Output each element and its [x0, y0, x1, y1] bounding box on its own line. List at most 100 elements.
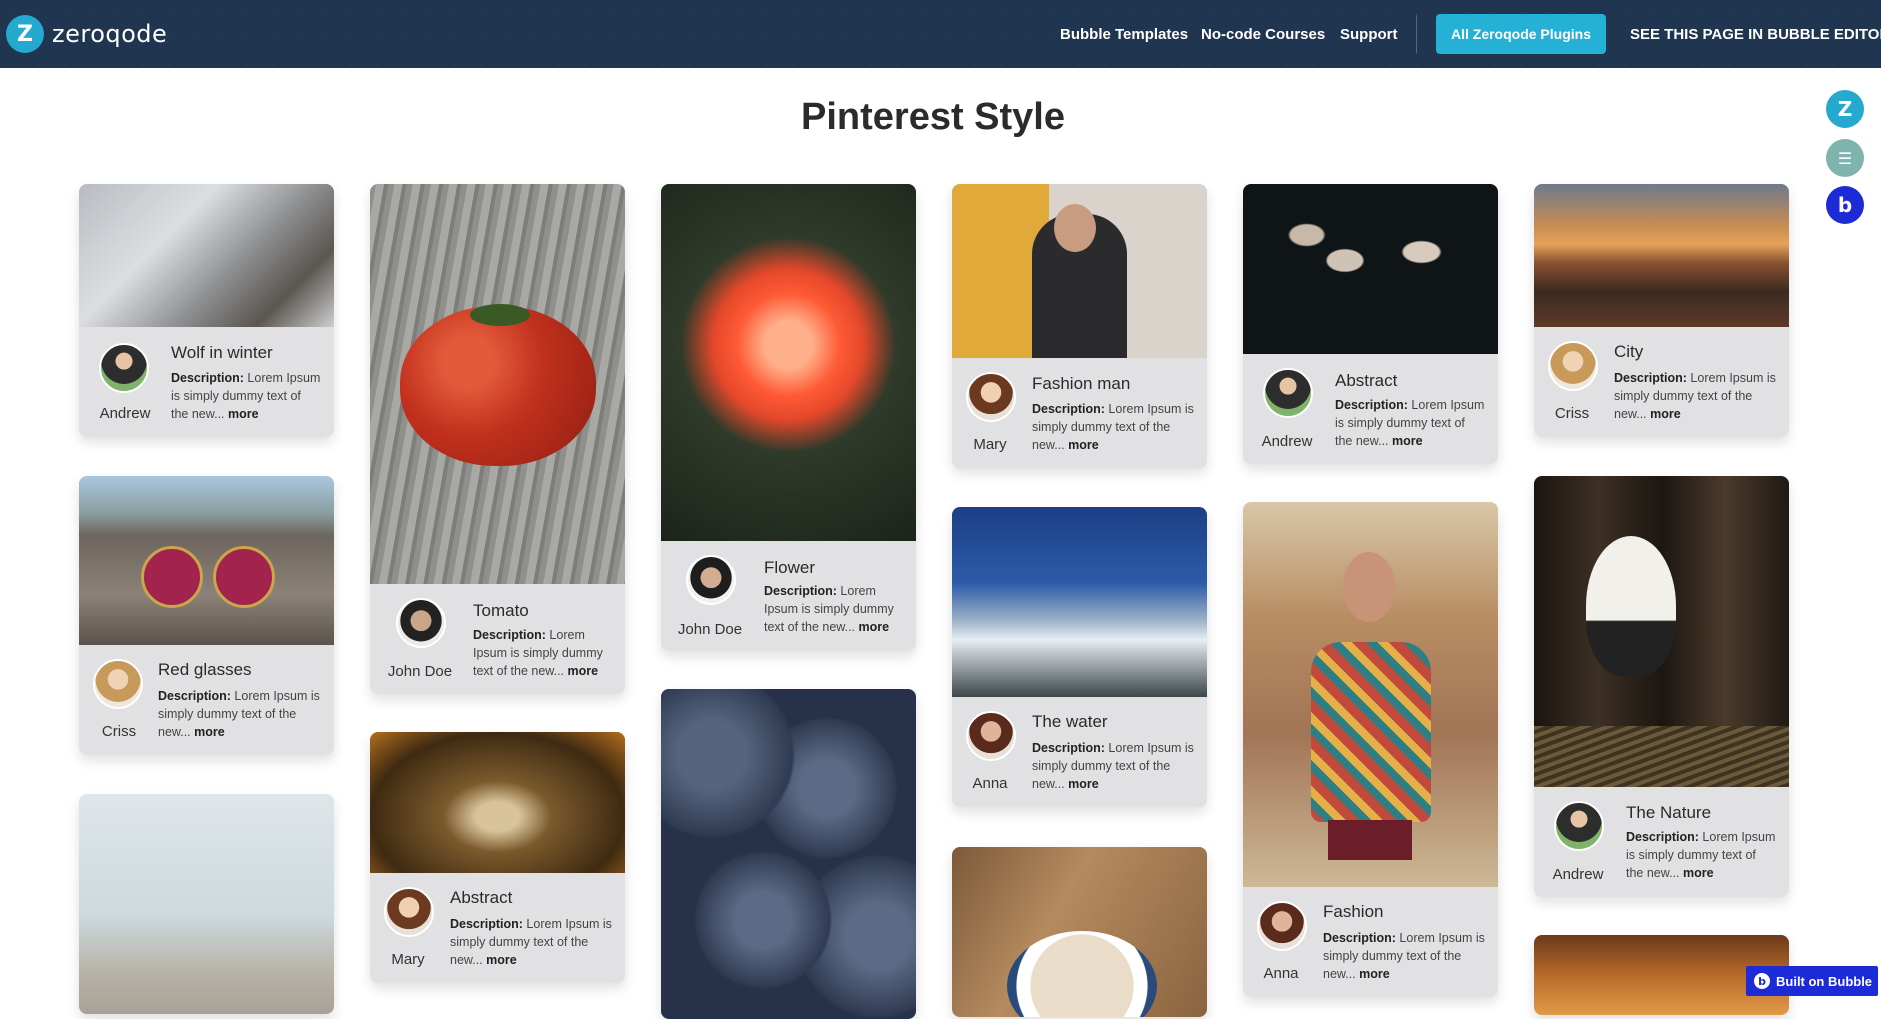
top-navbar: Z zeroqode Bubble Templates No-code Cour… — [0, 0, 1881, 68]
card-image-coffee — [952, 847, 1207, 1017]
card-author: John Doe — [387, 663, 453, 680]
card-image-city — [1534, 184, 1789, 327]
card-title: City — [1614, 342, 1644, 361]
card-image-red-glasses — [79, 476, 334, 645]
avatar — [1548, 341, 1598, 391]
card-image-the-water — [952, 507, 1207, 697]
card-description: Description: Lorem Ipsum is simply dummy… — [1032, 402, 1194, 452]
zeroqode-side-icon[interactable]: Z — [1826, 90, 1864, 128]
more-link[interactable]: more — [1068, 438, 1099, 452]
card-image-jellyfish — [1243, 184, 1498, 354]
card-title: Fashion man — [1032, 374, 1131, 393]
pin-card[interactable]: Andrew The Nature Description: Lorem Ips… — [1534, 476, 1789, 897]
zeroqode-logo-icon: Z — [6, 15, 44, 53]
card-image-flower — [661, 184, 916, 541]
more-link[interactable]: more — [228, 407, 259, 421]
avatar — [1554, 801, 1604, 851]
pin-card[interactable]: John Doe Tomato Description: Lorem Ipsum… — [370, 184, 625, 694]
pin-card[interactable]: Mary Abstract Description: Lorem Ipsum i… — [370, 732, 625, 983]
more-link[interactable]: more — [1683, 866, 1714, 880]
card-description: Description: Lorem Ipsum is simply dummy… — [1032, 741, 1194, 791]
card-description: Description: Lorem Ipsum is simply dummy… — [450, 917, 612, 967]
nav-bubble-templates[interactable]: Bubble Templates — [1060, 26, 1188, 43]
card-image-water-drop — [370, 732, 625, 873]
more-link[interactable]: more — [486, 953, 517, 967]
avatar — [1263, 368, 1313, 418]
pin-card[interactable]: John Doe Flower Description: Lorem Ipsum… — [661, 184, 916, 651]
card-author: Andrew — [99, 405, 151, 422]
card-title: Flower — [764, 558, 816, 577]
nav-nocode-courses[interactable]: No-code Courses — [1201, 26, 1325, 43]
card-author: Criss — [1554, 405, 1590, 422]
avatar — [396, 598, 446, 648]
more-link[interactable]: more — [859, 620, 890, 634]
pin-card[interactable]: Mary Fashion man Description: Lorem Ipsu… — [952, 184, 1207, 468]
see-in-editor-link[interactable]: SEE THIS PAGE IN BUBBLE EDITOR — [1630, 26, 1881, 43]
card-description: Description: Lorem Ipsum is simply dummy… — [171, 371, 321, 421]
card-author: Mary — [973, 436, 1007, 453]
card-description: Description: Lorem Ipsum is simply dummy… — [1614, 371, 1776, 421]
avatar — [384, 887, 434, 937]
card-title: Abstract — [1335, 371, 1398, 390]
pin-card[interactable] — [79, 794, 334, 1014]
pin-card[interactable]: Anna The water Description: Lorem Ipsum … — [952, 507, 1207, 807]
pin-card[interactable]: Criss Red glasses Description: Lorem Ips… — [79, 476, 334, 755]
chat-icon[interactable]: ☰ — [1826, 139, 1864, 177]
card-image-beach — [79, 794, 334, 1014]
avatar — [1257, 901, 1307, 951]
bubble-logo-icon: b — [1754, 973, 1770, 989]
card-title: Fashion — [1323, 902, 1384, 921]
card-author: Anna — [1263, 965, 1299, 982]
built-on-bubble-badge[interactable]: b Built on Bubble — [1746, 966, 1878, 996]
card-author: Andrew — [1552, 866, 1604, 883]
zeroqode-logo[interactable]: Z zeroqode — [6, 15, 167, 53]
card-author: Andrew — [1261, 433, 1313, 450]
card-image-fashion — [1243, 502, 1498, 887]
card-image-wolf — [79, 184, 334, 327]
nav-support[interactable]: Support — [1340, 26, 1398, 43]
card-description: Description: Lorem Ipsum is simply dummy… — [473, 628, 603, 678]
bubble-icon[interactable]: b — [1826, 186, 1864, 224]
page-title: Pinterest Style — [801, 96, 1065, 138]
more-link[interactable]: more — [1068, 777, 1099, 791]
more-link[interactable]: more — [1359, 967, 1390, 981]
card-image-fashion-man — [952, 184, 1207, 358]
more-link[interactable]: more — [1392, 434, 1423, 448]
card-title: Abstract — [450, 888, 513, 907]
built-on-bubble-label: Built on Bubble — [1776, 973, 1873, 989]
card-description: Description: Lorem Ipsum is simply dummy… — [764, 584, 894, 634]
pin-card[interactable] — [661, 689, 916, 1019]
card-image-tomato — [370, 184, 625, 584]
avatar — [966, 372, 1016, 422]
card-title: The Nature — [1626, 803, 1712, 822]
avatar — [966, 711, 1016, 761]
card-description: Description: Lorem Ipsum is simply dummy… — [1626, 830, 1776, 880]
avatar — [93, 659, 143, 709]
card-author: John Doe — [677, 621, 743, 638]
pin-card[interactable]: Anna Fashion Description: Lorem Ipsum is… — [1243, 502, 1498, 997]
nav-divider — [1416, 15, 1417, 53]
more-link[interactable]: more — [1650, 407, 1681, 421]
card-description: Description: Lorem Ipsum is simply dummy… — [158, 689, 320, 739]
card-title: Tomato — [473, 601, 529, 620]
logo-text: zeroqode — [52, 20, 168, 48]
card-author: Anna — [972, 775, 1008, 792]
avatar — [686, 555, 736, 605]
card-image-the-nature — [1534, 476, 1789, 787]
avatar — [99, 343, 149, 393]
card-title: The water — [1032, 712, 1108, 731]
more-link[interactable]: more — [194, 725, 225, 739]
pin-card[interactable]: Andrew Abstract Description: Lorem Ipsum… — [1243, 184, 1498, 464]
all-plugins-button[interactable]: All Zeroqode Plugins — [1436, 14, 1606, 54]
card-title: Wolf in winter — [171, 343, 273, 362]
pin-card[interactable] — [952, 847, 1207, 1017]
card-author: Mary — [391, 951, 425, 968]
pin-card[interactable]: Criss City Description: Lorem Ipsum is s… — [1534, 184, 1789, 437]
card-image-blueberries — [661, 689, 916, 1019]
card-description: Description: Lorem Ipsum is simply dummy… — [1323, 931, 1485, 981]
pin-card[interactable]: Andrew Wolf in winter Description: Lorem… — [79, 184, 334, 437]
card-author: Criss — [101, 723, 137, 740]
more-link[interactable]: more — [568, 664, 599, 678]
card-description: Description: Lorem Ipsum is simply dummy… — [1335, 398, 1485, 448]
card-title: Red glasses — [158, 660, 252, 679]
